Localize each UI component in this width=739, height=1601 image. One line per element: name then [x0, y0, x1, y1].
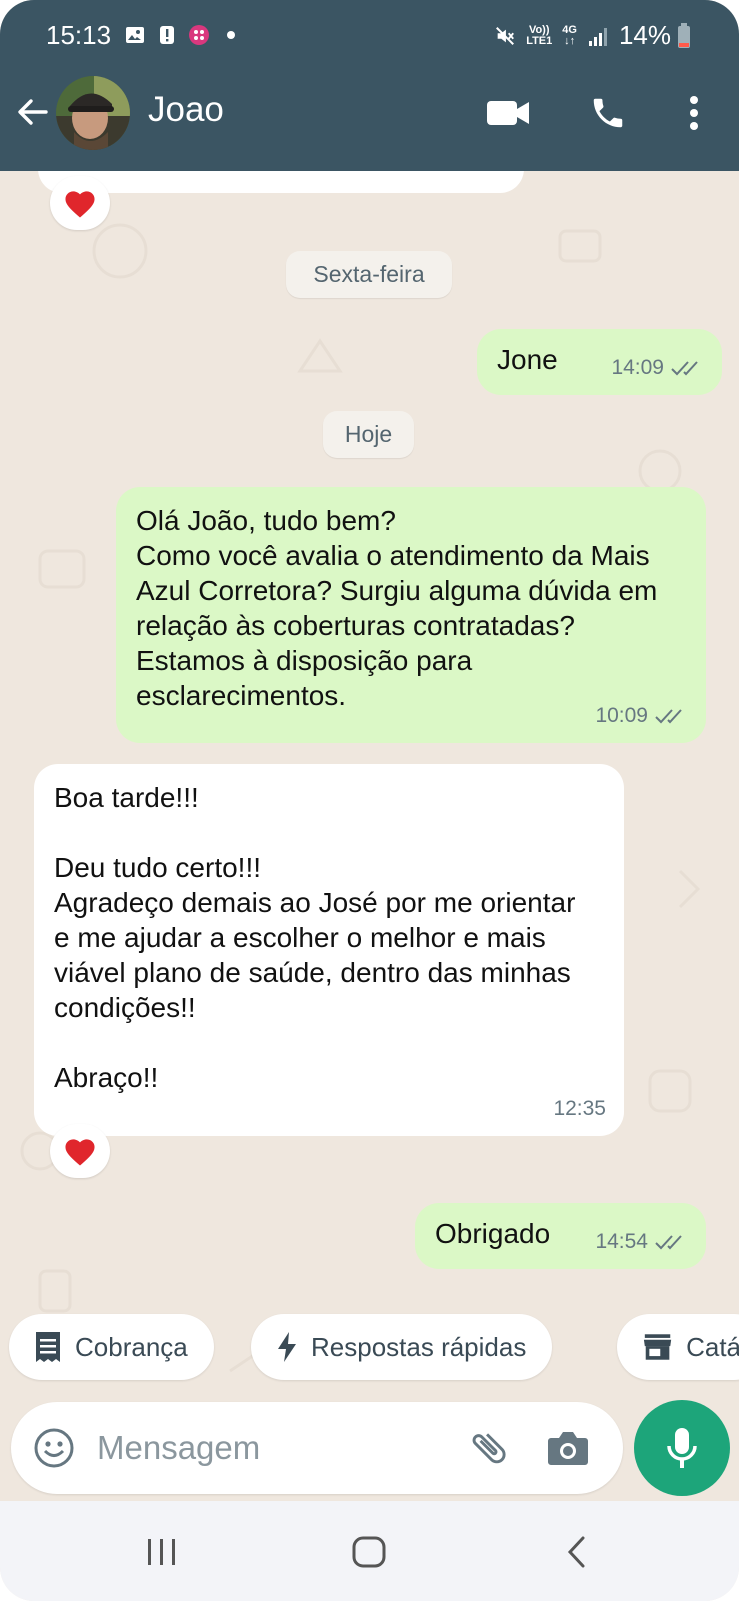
chip-label: Cobrança: [75, 1331, 188, 1362]
mic-icon: [667, 1428, 697, 1468]
heart-icon: [65, 1139, 95, 1166]
chip-label: Catá: [686, 1331, 739, 1362]
message-bubble-outgoing[interactable]: Jone 14:09: [477, 329, 722, 395]
date-divider: Sexta-feira: [286, 251, 452, 298]
more-options-button[interactable]: [671, 90, 717, 136]
voice-call-icon: [593, 98, 623, 128]
reaction-badge[interactable]: [50, 176, 110, 230]
message-bubble-incoming[interactable]: Boa tarde!!! Deu tudo certo!!! Agradeço …: [34, 764, 624, 1136]
reaction-badge[interactable]: [50, 1124, 110, 1178]
message-text: Jone: [497, 344, 558, 375]
system-nav-bar: [0, 1501, 739, 1601]
volte-bottom: LTE1: [526, 34, 553, 47]
gallery-icon: [124, 24, 146, 46]
message-meta: 12:35: [553, 1091, 606, 1126]
app-notification-icon: [188, 24, 210, 46]
recent-apps-icon: [148, 1539, 175, 1565]
volte-indicator: Vo)) LTE1: [526, 24, 553, 47]
emoji-icon: [34, 1428, 74, 1468]
double-check-icon: [671, 360, 698, 375]
video-call-button[interactable]: [485, 90, 531, 136]
back-icon: [567, 1536, 585, 1568]
message-meta: 14:09: [611, 350, 704, 385]
message-meta: 14:54: [595, 1224, 688, 1259]
system-back-button[interactable]: [552, 1529, 602, 1575]
message-bubble-outgoing[interactable]: Olá João, tudo bem? Como você avalia o a…: [116, 487, 706, 743]
message-bubble-outgoing[interactable]: Obrigado 14:54: [415, 1203, 706, 1269]
heart-icon: [65, 191, 95, 218]
message-time: 10:09: [595, 704, 648, 727]
message-time: 12:35: [553, 1097, 606, 1120]
contact-avatar[interactable]: [56, 76, 130, 150]
alert-icon: [156, 24, 178, 46]
chat-area[interactable]: Sexta-feira Jone 14:09 Hoje Olá João, tu…: [0, 171, 739, 1501]
chip-billing[interactable]: Cobrança: [9, 1314, 214, 1380]
message-time: 14:09: [611, 356, 664, 379]
double-check-icon: [655, 708, 682, 723]
message-bubble-partial[interactable]: [38, 171, 524, 193]
voice-call-button[interactable]: [585, 90, 631, 136]
back-button[interactable]: [14, 94, 54, 134]
contact-name[interactable]: Joao: [148, 90, 224, 130]
attach-icon: [472, 1433, 506, 1464]
home-icon: [352, 1536, 386, 1568]
date-divider: Hoje: [323, 411, 414, 458]
emoji-button[interactable]: [31, 1425, 77, 1471]
notification-icons: [124, 24, 242, 46]
battery-percent: 14%: [618, 20, 671, 50]
store-icon: [643, 1334, 672, 1360]
message-meta: 10:09: [595, 698, 688, 733]
camera-button[interactable]: [545, 1425, 591, 1471]
chip-quick-replies[interactable]: Respostas rápidas: [251, 1314, 553, 1380]
chip-catalog[interactable]: Catá: [617, 1314, 739, 1380]
receipt-icon: [36, 1332, 60, 1362]
chat-header: 15:13 Vo)) LTE1 4G ↓↑ 14% Joao: [0, 0, 739, 171]
camera-icon: [548, 1432, 588, 1465]
arrow-back-icon: [18, 99, 48, 125]
double-check-icon: [655, 1234, 682, 1249]
app-bar: Joao: [0, 76, 739, 150]
signal-icon: [587, 25, 609, 47]
mute-icon: [494, 25, 516, 47]
battery-icon: [673, 22, 695, 48]
message-composer: [11, 1402, 623, 1494]
message-text: Olá João, tudo bem? Como você avalia o a…: [136, 505, 658, 711]
lightning-icon: [278, 1332, 296, 1362]
phone-screen: 15:13 Vo)) LTE1 4G ↓↑ 14% Joao Sexta-fei…: [0, 0, 739, 1601]
message-time: 14:54: [595, 1230, 648, 1253]
recent-apps-button[interactable]: [137, 1529, 187, 1575]
more-vert-icon: [690, 96, 698, 130]
status-right: Vo)) LTE1 4G ↓↑ 14%: [494, 20, 695, 51]
home-button[interactable]: [344, 1529, 394, 1575]
network-indicator: 4G ↓↑: [562, 24, 577, 47]
status-time: 15:13: [46, 20, 112, 50]
message-text: Boa tarde!!! Deu tudo certo!!! Agradeço …: [54, 782, 576, 1093]
message-text: Obrigado: [435, 1218, 551, 1249]
network-activity: ↓↑: [564, 34, 576, 47]
status-bar: 15:13 Vo)) LTE1 4G ↓↑ 14%: [0, 18, 739, 54]
video-call-icon: [487, 101, 529, 125]
message-input[interactable]: [97, 1422, 457, 1474]
voice-message-button[interactable]: [634, 1400, 730, 1496]
dot-icon: [220, 24, 242, 46]
chip-label: Respostas rápidas: [311, 1331, 527, 1362]
attach-button[interactable]: [466, 1425, 512, 1471]
